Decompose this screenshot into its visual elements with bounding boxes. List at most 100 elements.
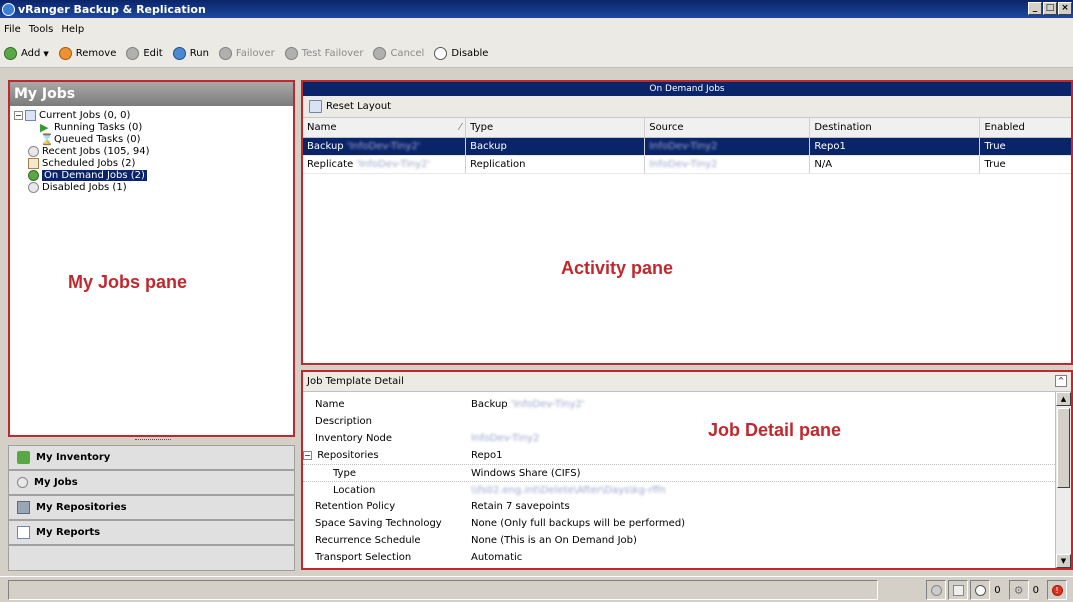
cancel-button[interactable]: Cancel xyxy=(373,47,424,60)
window-title: vRanger Backup & Replication xyxy=(18,2,206,16)
property-row[interactable]: Retention Policy Retain 7 savepoints xyxy=(303,498,1071,515)
on-demand-icon xyxy=(28,169,39,181)
property-row[interactable]: Inventory Node InfoDev-Tiny2 xyxy=(303,430,1071,447)
column-header-destination[interactable]: Destination xyxy=(810,118,981,137)
window-controls: _ □ × xyxy=(1027,2,1072,15)
running-count: 0 xyxy=(994,584,1001,596)
report-icon xyxy=(17,526,30,539)
menu-help[interactable]: Help xyxy=(61,24,84,35)
add-button[interactable]: Add ▼ xyxy=(4,47,49,60)
clock-icon xyxy=(28,181,39,193)
tree-scheduled-jobs[interactable]: Scheduled Jobs (2) xyxy=(14,157,289,169)
cancel-icon xyxy=(373,47,387,60)
nav-footer xyxy=(8,545,295,571)
disable-button[interactable]: Disable xyxy=(434,47,488,60)
title-bar: vRanger Backup & Replication _ □ × xyxy=(0,0,1073,18)
minimize-button[interactable]: _ xyxy=(1028,2,1042,15)
redacted-text: InfoDev-Tiny2 xyxy=(649,159,718,170)
calendar-icon xyxy=(28,157,39,169)
redacted-text: 'InfoDev-Tiny2' xyxy=(346,141,421,152)
tree-queued-tasks[interactable]: ⌛ Queued Tasks (0) xyxy=(14,133,289,145)
failover-button[interactable]: Failover xyxy=(218,47,275,60)
jobs-tree: − Current Jobs (0, 0) ▶ Running Tasks (0) … xyxy=(10,106,293,196)
remove-button[interactable]: Remove xyxy=(58,47,116,60)
tree-disabled-jobs[interactable]: Disabled Jobs (1) xyxy=(14,181,289,193)
failover-icon xyxy=(218,47,232,60)
property-row[interactable]: Type Windows Share (CIFS) xyxy=(303,464,1071,481)
job-enabled: True xyxy=(984,159,1006,170)
grid-header: Name ⁄ Type Source Destination Enabled xyxy=(303,118,1071,138)
reset-layout-button[interactable]: Reset Layout xyxy=(326,101,391,112)
scroll-down-icon[interactable]: ▼ xyxy=(1056,554,1071,568)
property-row[interactable]: Location \\fs02.eng.int\Delete\After\Days… xyxy=(303,481,1071,498)
nav-my-jobs[interactable]: My Jobs xyxy=(8,470,295,495)
job-detail-pane: Job Template Detail ^ Name Backup 'InfoDe… xyxy=(301,370,1073,570)
activity-pane: On Demand Jobs Reset Layout Name ⁄ Type S… xyxy=(301,80,1073,365)
hourglass-icon: ⌛ xyxy=(40,132,54,146)
status-icons: 0 ⚙ 0 ! xyxy=(924,580,1067,600)
scroll-thumb[interactable] xyxy=(1057,408,1070,488)
add-icon xyxy=(4,47,17,60)
status-bar: 0 ⚙ 0 ! xyxy=(0,576,1073,602)
collapse-up-icon[interactable]: ^ xyxy=(1055,375,1067,387)
my-jobs-pane: My Jobs − Current Jobs (0, 0) ▶ Running Ta… xyxy=(8,80,295,437)
vertical-scrollbar[interactable]: ▲ ▼ xyxy=(1055,392,1071,568)
edit-icon xyxy=(126,47,140,60)
nav-my-reports[interactable]: My Reports xyxy=(8,520,295,545)
job-name: Replicate xyxy=(307,159,354,170)
property-grid: Name Backup 'InfoDev-Tiny2' Description I… xyxy=(303,392,1071,566)
job-destination: Repo1 xyxy=(810,138,981,155)
column-header-enabled[interactable]: Enabled xyxy=(980,118,1071,137)
scroll-up-icon[interactable]: ▲ xyxy=(1056,392,1071,406)
clock-icon xyxy=(17,477,28,488)
maximize-button[interactable]: □ xyxy=(1043,2,1057,15)
dropdown-caret-icon: ▼ xyxy=(43,49,49,58)
column-header-name[interactable]: Name ⁄ xyxy=(303,118,467,137)
redacted-text: 'InfoDev-Tiny2' xyxy=(356,159,431,170)
column-header-source[interactable]: Source xyxy=(645,118,811,137)
clock-icon xyxy=(434,47,448,60)
edit-button[interactable]: Edit xyxy=(126,47,163,60)
remove-icon xyxy=(58,47,72,60)
table-row[interactable]: Backup 'InfoDev-Tiny2' Backup InfoDev-Ti… xyxy=(303,138,1071,156)
close-button[interactable]: × xyxy=(1058,2,1072,15)
clock-status-icon[interactable] xyxy=(970,580,991,600)
test-failover-icon xyxy=(284,47,298,60)
detail-title: Job Template Detail xyxy=(307,376,404,387)
play-icon: ▶ xyxy=(40,120,49,134)
job-enabled: True xyxy=(984,141,1006,152)
property-row[interactable]: Description xyxy=(303,413,1071,430)
repository-icon xyxy=(17,501,30,514)
inventory-icon xyxy=(17,451,30,464)
column-header-type[interactable]: Type xyxy=(466,118,646,137)
gear-status-icon[interactable]: ⚙ xyxy=(1008,580,1029,600)
property-row[interactable]: − Repositories Repo1 xyxy=(303,447,1071,464)
job-type: Replication xyxy=(466,156,646,173)
tree-running-tasks[interactable]: ▶ Running Tasks (0) xyxy=(14,121,289,133)
job-destination: N/A xyxy=(810,156,981,173)
property-row[interactable]: Recurrence Schedule None (This is an On D… xyxy=(303,532,1071,549)
refresh-status-icon[interactable] xyxy=(926,580,947,600)
test-failover-button[interactable]: Test Failover xyxy=(284,47,363,60)
menu-file[interactable]: File xyxy=(4,24,21,35)
redacted-text: InfoDev-Tiny2 xyxy=(649,141,718,152)
property-row[interactable]: Transport Selection Automatic xyxy=(303,549,1071,566)
calendar-status-icon[interactable] xyxy=(948,580,969,600)
job-type: Backup xyxy=(466,138,646,155)
property-row[interactable]: Name Backup 'InfoDev-Tiny2' xyxy=(303,396,1071,413)
nav-my-inventory[interactable]: My Inventory xyxy=(8,445,295,470)
splitter-handle[interactable] xyxy=(135,439,171,442)
redacted-text: \\fs02.eng.int\Delete\After\Days\kg-rffn xyxy=(471,484,666,496)
tree-recent-jobs[interactable]: Recent Jobs (105, 94) xyxy=(14,145,289,157)
collapse-icon[interactable]: − xyxy=(14,110,23,120)
detail-header: Job Template Detail ^ xyxy=(303,372,1071,392)
menu-tools[interactable]: Tools xyxy=(29,24,54,35)
tree-current-jobs[interactable]: − Current Jobs (0, 0) xyxy=(14,109,289,121)
run-button[interactable]: Run xyxy=(172,47,209,60)
collapse-icon[interactable]: − xyxy=(303,451,312,460)
property-row[interactable]: Space Saving Technology None (Only full b… xyxy=(303,515,1071,532)
tree-on-demand-jobs[interactable]: On Demand Jobs (2) xyxy=(14,169,289,181)
table-row[interactable]: Replicate 'InfoDev-Tiny2' Replication In… xyxy=(303,156,1071,174)
nav-my-repositories[interactable]: My Repositories xyxy=(8,495,295,520)
alert-status-icon[interactable]: ! xyxy=(1047,580,1067,600)
